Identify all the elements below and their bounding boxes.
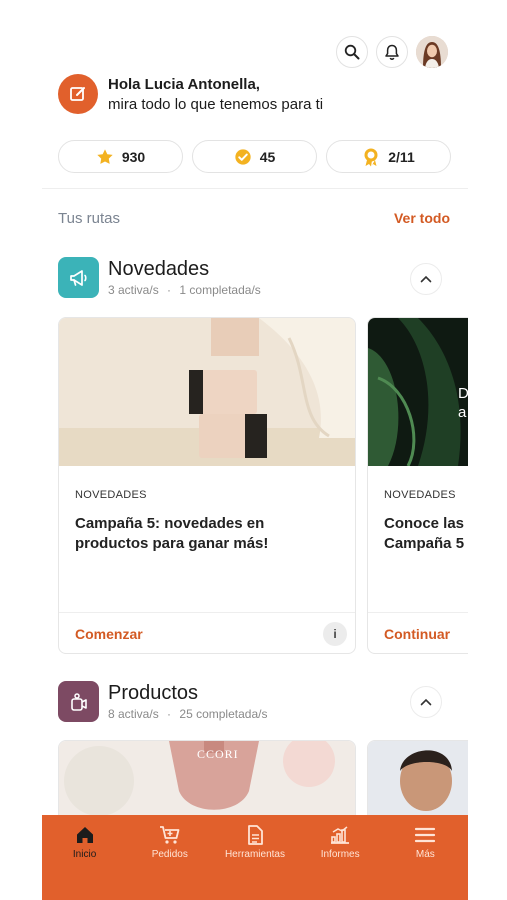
bell-icon — [385, 44, 399, 60]
completed-stat[interactable]: 45 — [192, 140, 317, 173]
section-productos-stats: 8 activa/s · 25 completada/s — [108, 707, 267, 721]
continue-button[interactable]: Continuar — [384, 626, 450, 642]
section-novedades-stats: 3 activa/s · 1 completada/s — [108, 283, 261, 297]
bottom-navigation: Inicio Pedidos Herramientas Informes Más — [42, 815, 468, 900]
nav-inicio[interactable]: Inicio — [45, 825, 125, 900]
section-novedades-completed: 1 completada/s — [179, 283, 261, 297]
search-icon — [344, 44, 360, 60]
info-button[interactable]: i — [323, 622, 347, 646]
section-novedades-active: 3 activa/s — [108, 283, 159, 297]
nav-label: Inicio — [72, 849, 97, 860]
bar-chart-icon — [331, 826, 350, 844]
greeting-title: Hola Lucia Antonella, — [108, 76, 260, 93]
cart-icon — [159, 826, 180, 844]
section-novedades-title: Novedades — [108, 258, 210, 280]
star-icon — [97, 148, 113, 164]
menu-icon — [415, 827, 436, 843]
greeting-subtitle: mira todo lo que tenemos para ti — [108, 96, 324, 113]
nav-mas[interactable]: Más — [385, 825, 465, 900]
greeting: Hola Lucia Antonella, mira todo lo que t… — [58, 74, 323, 114]
card-divider — [59, 612, 355, 613]
points-stat[interactable]: 930 — [58, 140, 183, 173]
route-card[interactable]: D a NOVEDADES Conoce las Campaña 5 Conti… — [367, 317, 468, 654]
section-novedades-header[interactable]: Novedades 3 activa/s · 1 completada/s — [58, 257, 261, 298]
card-divider — [368, 612, 468, 613]
card-image: D a — [368, 318, 468, 466]
section-novedades-icon-box — [58, 257, 99, 298]
nav-pedidos[interactable]: Pedidos — [130, 825, 210, 900]
nav-herramientas[interactable]: Herramientas — [215, 825, 295, 900]
divider — [42, 188, 468, 189]
nav-informes[interactable]: Informes — [300, 825, 380, 900]
card-title: Conoce las Campaña 5 — [384, 515, 465, 552]
separator: · — [167, 283, 172, 297]
notifications-button[interactable] — [376, 36, 408, 68]
check-badge-icon — [235, 148, 251, 165]
leaves-photo-icon — [368, 318, 468, 466]
app-screen: Hola Lucia Antonella, mira todo lo que t… — [42, 0, 468, 900]
awards-value: 2/11 — [388, 148, 415, 165]
start-button[interactable]: Comenzar — [75, 626, 143, 642]
card-tag: NOVEDADES — [384, 489, 456, 501]
points-value: 930 — [121, 148, 146, 165]
awards-stat[interactable]: 2/11 — [326, 140, 451, 173]
section-productos-collapse-button[interactable] — [410, 686, 442, 718]
cosmetics-photo-icon — [59, 318, 355, 466]
section-productos-icon-box — [58, 681, 99, 722]
nav-label: Más — [415, 849, 435, 860]
search-button[interactable] — [336, 36, 368, 68]
section-productos-header[interactable]: Productos 8 activa/s · 25 completada/s — [58, 681, 267, 722]
greeting-badge[interactable] — [58, 74, 98, 114]
megaphone-icon — [69, 269, 87, 286]
chevron-up-icon — [420, 275, 432, 283]
card-tag: NOVEDADES — [75, 489, 147, 501]
profile-photo-icon — [416, 36, 448, 68]
card-image-brand: CCORI — [197, 747, 239, 761]
nav-label: Herramientas — [224, 849, 285, 860]
section-productos-completed: 25 completada/s — [179, 707, 268, 721]
stats-bar: 930 45 2/11 — [58, 140, 451, 173]
chevron-up-icon — [420, 698, 432, 706]
nav-label: Pedidos — [151, 849, 188, 860]
nav-label: Informes — [320, 849, 360, 860]
routes-title: Tus rutas — [58, 210, 120, 227]
avatar[interactable] — [416, 36, 448, 68]
award-icon — [364, 148, 378, 166]
section-productos-title: Productos — [108, 682, 199, 704]
section-novedades-collapse-button[interactable] — [410, 263, 442, 295]
card-image — [59, 318, 355, 466]
section-productos-active: 8 activa/s — [108, 707, 159, 721]
products-icon — [70, 692, 87, 711]
top-actions — [336, 36, 448, 68]
card-title: Campaña 5: novedades en productos para g… — [75, 515, 269, 552]
separator: · — [167, 707, 172, 721]
edit-icon — [70, 87, 85, 101]
card-image-caption: D a — [458, 385, 468, 421]
completed-value: 45 — [259, 148, 276, 165]
route-card[interactable]: NOVEDADES Campaña 5: novedades en produc… — [58, 317, 356, 654]
home-icon — [76, 827, 93, 843]
document-icon — [248, 825, 263, 845]
see-all-link[interactable]: Ver todo — [394, 210, 450, 226]
